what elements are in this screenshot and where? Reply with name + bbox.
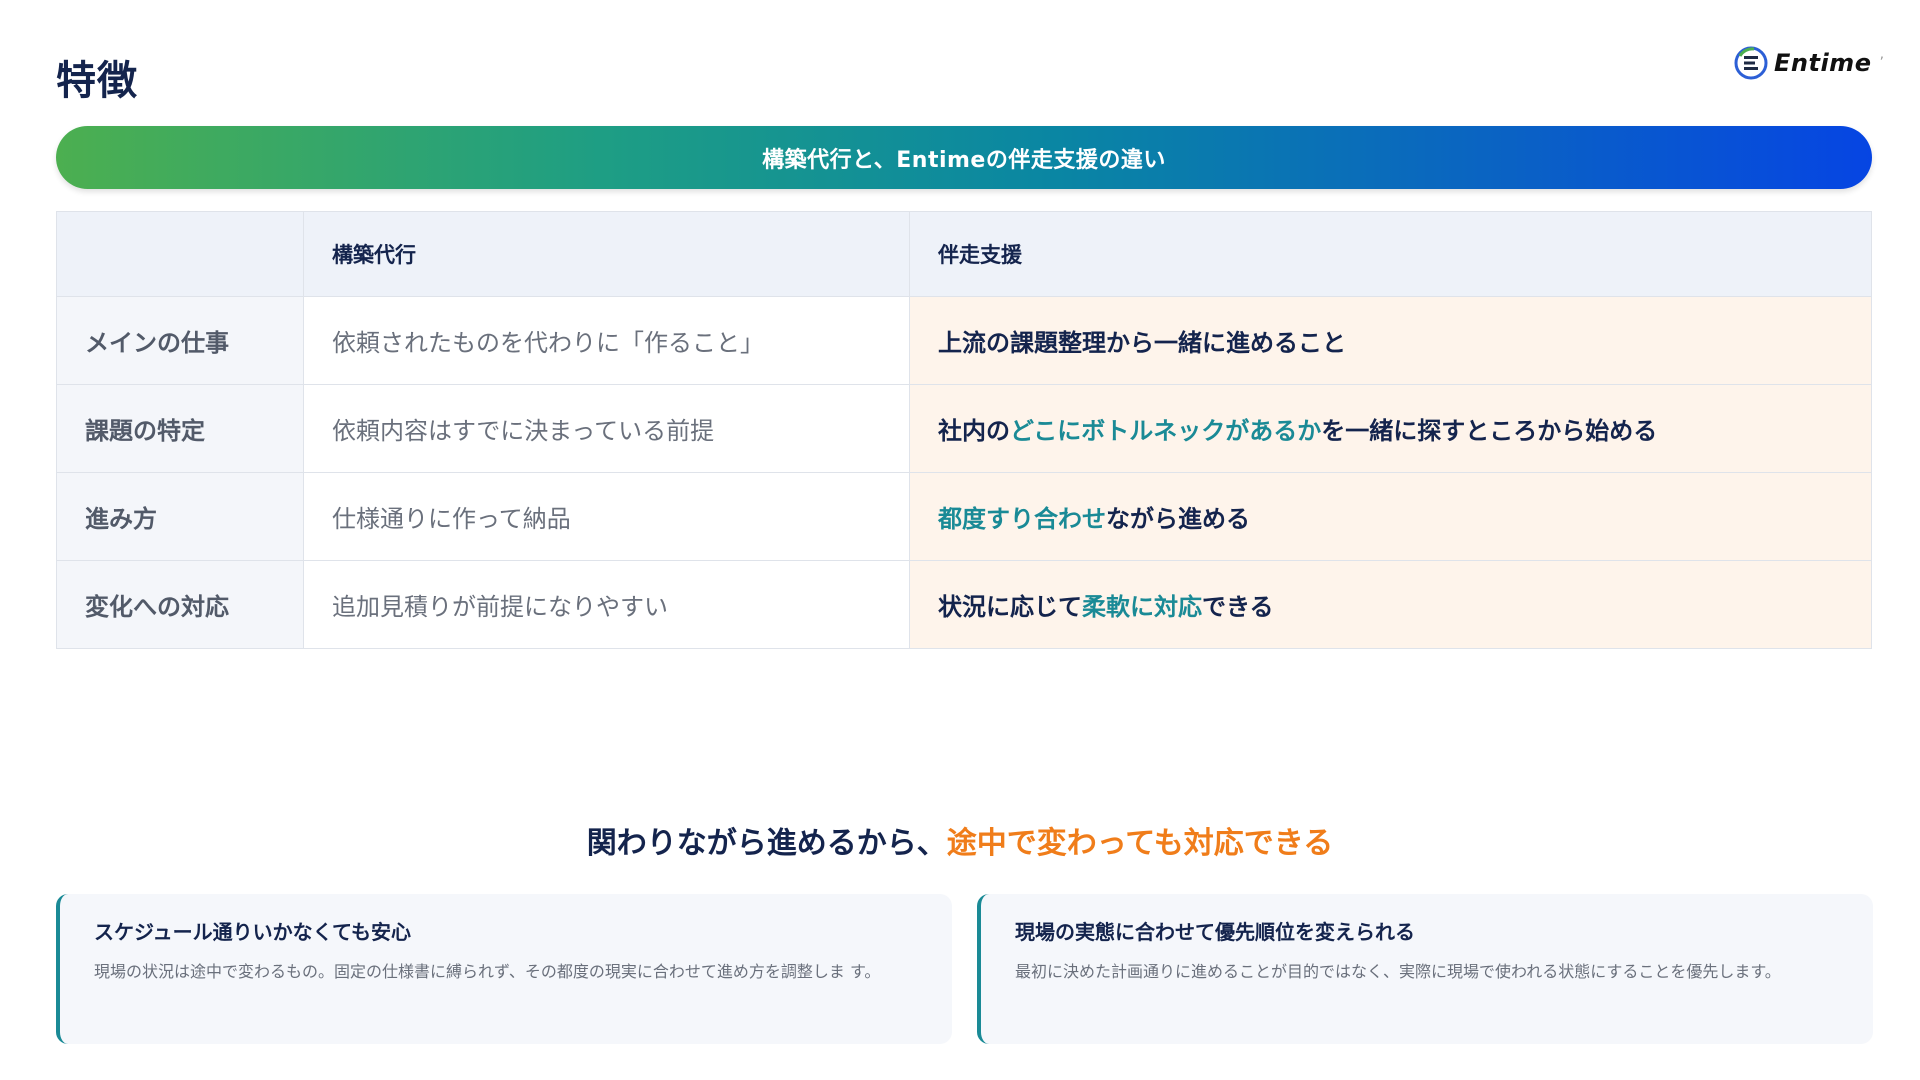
support-highlight-text: 都度すり合わせ — [938, 505, 1106, 533]
build-cell: 依頼されたものを代わりに「作ること」 — [303, 296, 910, 385]
support-cell: 状況に応じて柔軟に対応できる — [909, 560, 1872, 649]
feature-card-schedule: スケジュール通りいかなくても安心 現場の状況は途中で変わるもの。固定の仕様書に縛… — [56, 894, 952, 1044]
section-heading: 関わりながら進めるから、途中で変わっても対応できる — [0, 818, 1920, 862]
card-title: 現場の実態に合わせて優先順位を変えられる — [1015, 920, 1415, 944]
support-text: を一緒に探すところから始める — [1321, 417, 1658, 445]
header-cell-support: 伴走支援 — [909, 211, 1872, 297]
card-body: 現場の状況は途中で変わるもの。固定の仕様書に縛られず、その都度の現実に合わせて進… — [94, 962, 881, 981]
support-text: 状況に応じて — [938, 593, 1082, 621]
table-header-row: 構築代行 伴走支援 — [56, 211, 1872, 297]
header-cell-build: 構築代行 — [303, 211, 910, 297]
card-body: 最初に決めた計画通りに進めることが目的ではなく、実際に現場で使われる状態にするこ… — [1015, 962, 1781, 981]
comparison-table: 構築代行 伴走支援 メインの仕事 依頼されたものを代わりに「作ること」 上流の課題整… — [56, 211, 1872, 649]
section-heading-accent: 途中で変わっても対応できる — [946, 826, 1334, 861]
support-cell: 都度すり合わせながら進める — [909, 472, 1872, 561]
support-text: ながら進める — [1106, 505, 1250, 533]
header-cell-empty — [56, 211, 304, 297]
entime-logo: Entime ’ — [1734, 46, 1884, 80]
support-text: 社内の — [938, 417, 1010, 445]
comparison-banner: 構築代行と、Entimeの伴走支援の違い — [56, 126, 1872, 189]
table-row: 変化への対応 追加見積りが前提になりやすい 状況に応じて柔軟に対応できる — [56, 560, 1872, 649]
support-text: できる — [1202, 593, 1274, 621]
support-cell: 社内のどこにボトルネックがあるかを一緒に探すところから始める — [909, 384, 1872, 473]
banner-text: 構築代行と、Entimeの伴走支援の違い — [762, 147, 1166, 173]
support-highlight-text: どこにボトルネックがあるか — [1010, 417, 1322, 445]
support-highlight-text: 柔軟に対応 — [1082, 593, 1202, 621]
table-row: 進み方 仕様通りに作って納品 都度すり合わせながら進める — [56, 472, 1872, 561]
card-title: スケジュール通りいかなくても安心 — [94, 920, 411, 944]
row-label: 課題の特定 — [56, 384, 304, 473]
support-cell: 上流の課題整理から一緒に進めること — [909, 296, 1872, 385]
row-label: 進み方 — [56, 472, 304, 561]
table-row: メインの仕事 依頼されたものを代わりに「作ること」 上流の課題整理から一緒に進めるこ… — [56, 296, 1872, 385]
feature-card-priority: 現場の実態に合わせて優先順位を変えられる 最初に決めた計画通りに進めることが目的… — [977, 894, 1873, 1044]
logo-text: Entime — [1774, 49, 1872, 77]
support-text: 上流の課題整理から一緒に進めること — [938, 329, 1346, 357]
entime-logo-icon — [1734, 46, 1768, 80]
build-cell: 仕様通りに作って納品 — [303, 472, 910, 561]
page-title: 特徴 — [56, 58, 138, 104]
logo-tick: ’ — [1879, 55, 1884, 71]
build-cell: 追加見積りが前提になりやすい — [303, 560, 910, 649]
row-label: メインの仕事 — [56, 296, 304, 385]
table-row: 課題の特定 依頼内容はすでに決まっている前提 社内のどこにボトルネックがあるかを一緒… — [56, 384, 1872, 473]
build-cell: 依頼内容はすでに決まっている前提 — [303, 384, 910, 473]
section-heading-main: 関わりながら進めるから、 — [586, 826, 947, 861]
row-label: 変化への対応 — [56, 560, 304, 649]
